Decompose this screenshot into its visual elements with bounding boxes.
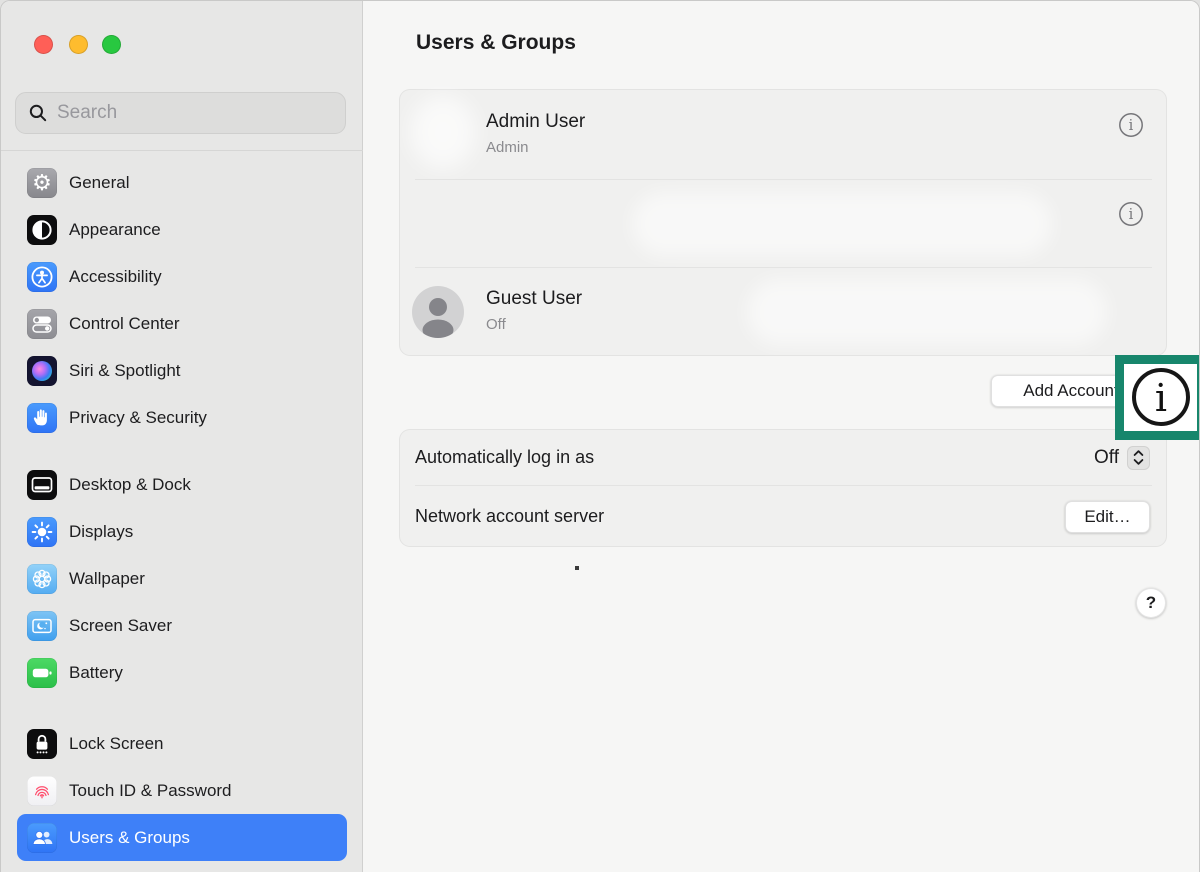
sidebar-item-label: Touch ID & Password [69, 781, 232, 801]
sidebar-item-appearance[interactable]: Appearance [17, 206, 347, 253]
gear-icon: ⚙ [27, 168, 57, 198]
sidebar-item-users-groups[interactable]: Users & Groups [17, 814, 347, 861]
users-list-card: Admin User Admin i i Gues [399, 89, 1167, 356]
hand-icon [27, 403, 57, 433]
sidebar-item-lock-screen[interactable]: Lock Screen [17, 720, 347, 767]
user-row-guest[interactable]: Guest User Off [400, 267, 1166, 357]
user-role: Admin [486, 139, 529, 156]
sidebar-group-2: Desktop & Dock Displays [1, 461, 363, 696]
sidebar-item-label: Control Center [69, 314, 180, 334]
zoom-button[interactable] [102, 35, 121, 54]
main-panel: Users & Groups Admin User Admin i i [363, 1, 1199, 872]
auto-login-row: Automatically log in as Off [400, 430, 1166, 485]
redacted-blur [747, 279, 1107, 345]
close-button[interactable] [34, 35, 53, 54]
search-icon [28, 103, 48, 123]
sidebar-item-label: Battery [69, 663, 123, 683]
flower-icon [27, 564, 57, 594]
sidebar-item-label: Wallpaper [69, 569, 145, 589]
sidebar-item-label: Accessibility [69, 267, 162, 287]
info-icon[interactable]: i [1118, 112, 1144, 138]
sidebar-item-label: Privacy & Security [69, 408, 207, 428]
lock-icon [27, 729, 57, 759]
sidebar-divider [1, 150, 363, 151]
stray-dot [575, 566, 579, 570]
sidebar-nav: ⚙ General Appearance Accessibility [1, 159, 363, 861]
sidebar-item-label: General [69, 173, 129, 193]
edit-button[interactable]: Edit… [1065, 501, 1150, 533]
sidebar-item-label: Lock Screen [69, 734, 164, 754]
sidebar-item-siri-spotlight[interactable]: Siri & Spotlight [17, 347, 347, 394]
accessibility-icon [27, 262, 57, 292]
avatar [410, 95, 476, 169]
auto-login-value: Off [1094, 447, 1119, 469]
highlighted-info-icon[interactable]: i [1115, 355, 1200, 440]
two-users-icon [27, 823, 57, 853]
svg-text:i: i [1129, 207, 1134, 223]
search-field[interactable] [15, 92, 346, 134]
chevron-up-down-icon[interactable] [1127, 446, 1150, 470]
page-title: Users & Groups [416, 31, 576, 55]
siri-orb-icon [27, 356, 57, 386]
sidebar-item-wallpaper[interactable]: Wallpaper [17, 555, 347, 602]
info-icon[interactable]: i [1118, 201, 1144, 227]
appearance-icon [27, 215, 57, 245]
sidebar-item-general[interactable]: ⚙ General [17, 159, 347, 206]
sidebar-item-label: Desktop & Dock [69, 475, 191, 495]
control-center-icon [27, 309, 57, 339]
sidebar-item-accessibility[interactable]: Accessibility [17, 253, 347, 300]
sidebar-item-control-center[interactable]: Control Center [17, 300, 347, 347]
search-input[interactable] [57, 102, 333, 124]
sidebar-item-displays[interactable]: Displays [17, 508, 347, 555]
sidebar-item-screen-saver[interactable]: Screen Saver [17, 602, 347, 649]
fingerprint-icon [27, 776, 57, 806]
sidebar-item-label: Appearance [69, 220, 161, 240]
login-settings-card: Automatically log in as Off Network acco… [399, 429, 1167, 547]
user-name: Guest User [486, 288, 582, 310]
setting-label: Network account server [415, 506, 1065, 527]
sidebar: ⚙ General Appearance Accessibility [1, 1, 363, 872]
minimize-button[interactable] [69, 35, 88, 54]
user-row-admin[interactable]: Admin User Admin i [400, 90, 1166, 179]
brightness-sun-icon [27, 517, 57, 547]
network-server-row: Network account server Edit… [400, 485, 1166, 548]
desktop-dock-icon [27, 470, 57, 500]
sidebar-item-touch-id[interactable]: Touch ID & Password [17, 767, 347, 814]
sidebar-item-privacy-security[interactable]: Privacy & Security [17, 394, 347, 441]
sidebar-item-label: Siri & Spotlight [69, 361, 181, 381]
system-settings-window: ⚙ General Appearance Accessibility [0, 0, 1200, 872]
sidebar-group-1: ⚙ General Appearance Accessibility [1, 159, 363, 441]
svg-text:i: i [1154, 376, 1166, 420]
svg-text:i: i [1129, 118, 1134, 134]
user-status: Off [486, 316, 506, 333]
sidebar-group-3: Lock Screen Touch ID & Password [1, 720, 363, 861]
redacted-blur [632, 192, 1052, 256]
sidebar-item-battery[interactable]: Battery [17, 649, 347, 696]
sidebar-item-label: Displays [69, 522, 133, 542]
setting-label: Automatically log in as [415, 447, 1094, 468]
user-name: Admin User [486, 111, 585, 133]
sidebar-item-label: Users & Groups [69, 828, 190, 848]
sidebar-item-label: Screen Saver [69, 616, 172, 636]
moon-picture-icon [27, 611, 57, 641]
battery-icon [27, 658, 57, 688]
help-button[interactable]: ? [1136, 588, 1166, 618]
sidebar-item-desktop-dock[interactable]: Desktop & Dock [17, 461, 347, 508]
user-row-redacted[interactable]: i [400, 179, 1166, 267]
avatar [412, 286, 464, 338]
